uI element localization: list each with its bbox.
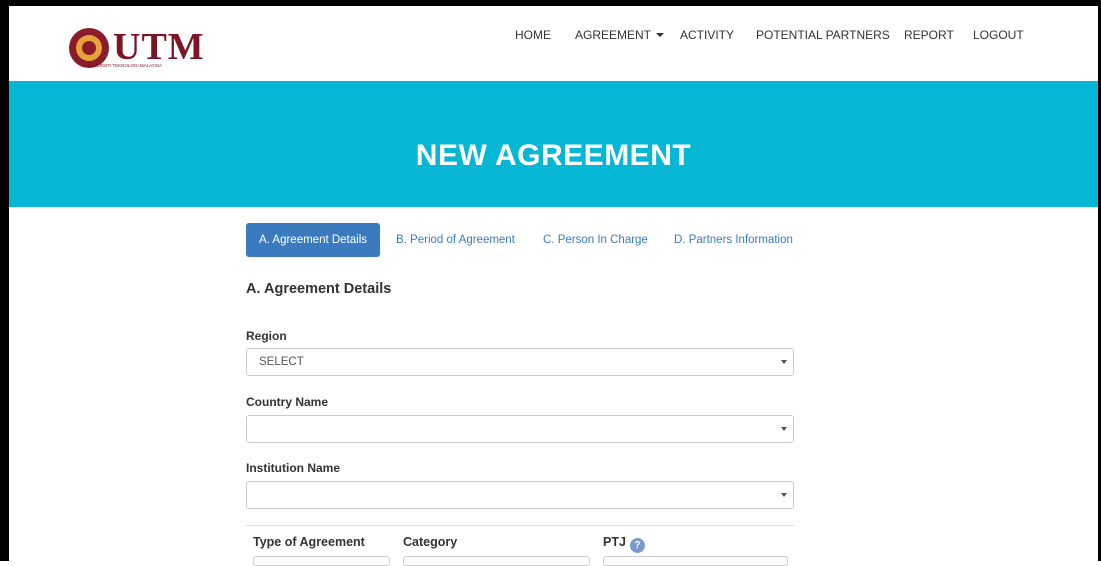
chevron-down-icon: [781, 360, 787, 364]
tab-partners-information[interactable]: D. Partners Information: [674, 223, 793, 257]
institution-name-label: Institution Name: [246, 461, 341, 475]
utm-logo[interactable]: UTM UNIVERSITI TEKNOLOGI MALAYSIA: [69, 26, 209, 72]
category-label: Category: [403, 535, 458, 549]
country-name-label: Country Name: [246, 395, 329, 409]
section-title: A. Agreement Details: [246, 281, 392, 297]
country-name-select[interactable]: [246, 415, 794, 443]
top-navbar: UTM UNIVERSITI TEKNOLOGI MALAYSIA: [9, 6, 1098, 81]
help-icon[interactable]: ?: [629, 538, 645, 553]
region-label: Region: [246, 329, 287, 343]
ptj-label: PTJ: [603, 535, 626, 549]
type-of-agreement-label: Type of Agreement: [253, 535, 365, 549]
category-select[interactable]: [403, 556, 590, 566]
chevron-down-icon: [781, 493, 787, 497]
ptj-select[interactable]: [603, 556, 788, 566]
nav-activity[interactable]: ACTIVITY: [680, 28, 734, 42]
page-hero-banner: NEW AGREEMENT: [9, 81, 1098, 207]
nav-agreement-label: AGREEMENT: [575, 28, 652, 42]
tab-period-of-agreement[interactable]: B. Period of Agreement: [396, 223, 515, 257]
chevron-down-icon: [781, 427, 787, 431]
logo-subtitle: UNIVERSITI TEKNOLOGI MALAYSIA: [86, 63, 163, 68]
ptj-label-group: PTJ?: [603, 535, 645, 553]
nav-report[interactable]: REPORT: [904, 28, 954, 42]
page-title: NEW AGREEMENT: [415, 139, 692, 172]
section-divider: [246, 525, 794, 526]
tab-agreement-details[interactable]: A. Agreement Details: [246, 223, 380, 257]
nav-home[interactable]: HOME: [515, 28, 551, 42]
tab-person-in-charge[interactable]: C. Person In Charge: [543, 223, 648, 257]
window-frame-left: [0, 0, 9, 561]
nav-potential-partners[interactable]: POTENTIAL PARTNERS: [756, 28, 890, 42]
region-select[interactable]: SELECT: [246, 348, 794, 376]
institution-name-select[interactable]: [246, 481, 794, 509]
nav-logout[interactable]: LOGOUT: [973, 28, 1024, 42]
logo-emblem-icon: [69, 28, 109, 68]
region-select-value: SELECT: [259, 356, 304, 368]
nav-agreement-dropdown[interactable]: AGREEMENT: [575, 28, 665, 42]
type-of-agreement-select[interactable]: [253, 556, 390, 566]
caret-down-icon: [656, 33, 665, 37]
